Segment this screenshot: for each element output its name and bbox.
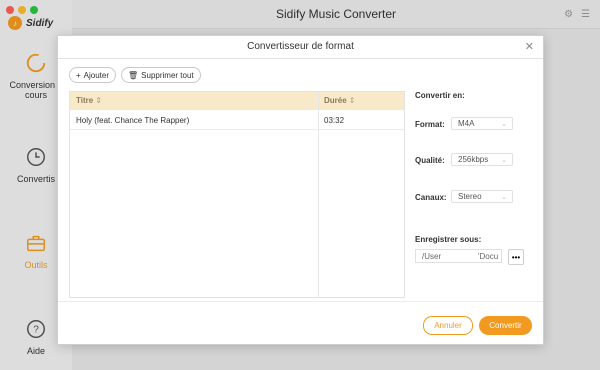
track-title: Holy (feat. Chance The Rapper) — [76, 116, 190, 125]
format-converter-dialog: Convertisseur de format ✕ + Ajouter 🗑 Su… — [57, 35, 544, 345]
plus-icon: + — [76, 70, 81, 80]
column-header-duration[interactable]: Durée ⇕ — [324, 96, 355, 105]
dialog-title: Convertisseur de format — [247, 41, 354, 52]
sort-icon: ⇕ — [348, 96, 356, 105]
delete-all-label: Supprimer tout — [141, 70, 194, 80]
tracks-table: Titre ⇕ Durée ⇕ Holy (feat. Chance The Rap… — [69, 91, 405, 298]
chevron-down-icon: ⌄ — [501, 157, 507, 164]
track-duration: 03:32 — [324, 116, 345, 125]
chevron-down-icon: ⌄ — [501, 121, 507, 128]
quality-label: Qualité: — [415, 156, 445, 165]
table-row[interactable]: Holy (feat. Chance The Rapper) 03:32 — [70, 111, 404, 130]
quality-select[interactable]: 256kbps ⌄ — [451, 153, 513, 166]
format-select[interactable]: M4A ⌄ — [451, 117, 513, 130]
chevron-down-icon: ⌄ — [501, 194, 507, 201]
sort-icon: ⇕ — [95, 96, 102, 105]
convert-to-header: Convertir en: — [415, 91, 465, 100]
save-as-label: Enregistrer sous: — [415, 235, 482, 244]
close-icon[interactable]: ✕ — [525, 40, 534, 53]
channels-select[interactable]: Stereo ⌄ — [451, 190, 513, 203]
browse-button[interactable]: ••• — [508, 249, 524, 265]
output-path-field[interactable]: /User — [415, 249, 473, 263]
convert-button[interactable]: Convertir — [479, 316, 532, 335]
table-header: Titre ⇕ Durée ⇕ — [70, 92, 404, 110]
footer-divider — [58, 301, 543, 302]
add-button[interactable]: + Ajouter — [69, 67, 117, 83]
cancel-button[interactable]: Annuler — [423, 316, 473, 335]
dialog-header: Convertisseur de format ✕ — [58, 36, 543, 59]
trash-icon: 🗑 — [128, 70, 139, 80]
output-path-field-end[interactable]: 'Docu — [472, 249, 502, 263]
format-label: Format: — [415, 120, 445, 129]
channels-label: Canaux: — [415, 193, 447, 202]
delete-all-button[interactable]: 🗑 Supprimer tout — [121, 67, 201, 83]
column-header-title[interactable]: Titre ⇕ — [76, 96, 102, 105]
add-button-label: Ajouter — [83, 70, 110, 80]
